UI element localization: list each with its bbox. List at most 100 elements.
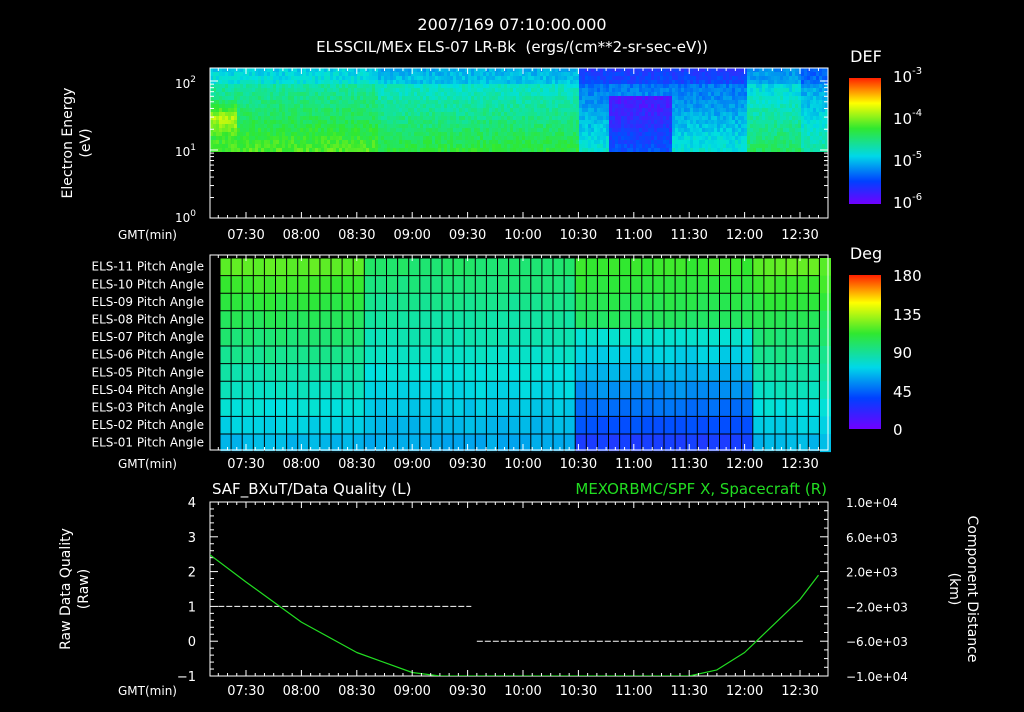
energy-cell: [306, 108, 309, 112]
energy-cell: [792, 72, 795, 76]
energy-cell: [537, 128, 540, 132]
energy-cell: [759, 76, 762, 80]
energy-cell: [366, 108, 369, 112]
energy-cell: [354, 104, 357, 108]
energy-cell: [816, 84, 819, 88]
energy-cell: [264, 100, 267, 104]
energy-cell: [690, 120, 693, 124]
energy-cell: [501, 76, 504, 80]
energy-cell: [321, 100, 324, 104]
energy-cell: [783, 124, 786, 128]
energy-cell: [465, 88, 468, 92]
pitch-cell: [464, 258, 476, 276]
energy-cell: [723, 104, 726, 108]
energy-cell: [633, 84, 636, 88]
energy-cell: [303, 132, 306, 136]
energy-cell: [477, 112, 480, 116]
energy-cell: [489, 76, 492, 80]
energy-cell: [459, 128, 462, 132]
energy-cell: [696, 72, 699, 76]
energy-cell: [453, 112, 456, 116]
energy-ytick-high-exp: 2: [190, 75, 196, 85]
energy-cell: [510, 140, 513, 144]
energy-cell: [474, 108, 477, 112]
energy-cell: [486, 112, 489, 116]
energy-cell: [618, 136, 621, 140]
energy-cell: [381, 68, 384, 72]
energy-cell: [486, 108, 489, 112]
energy-cell: [705, 88, 708, 92]
energy-cell: [681, 92, 684, 96]
energy-cell: [390, 144, 393, 148]
energy-cell: [378, 128, 381, 132]
energy-cell: [744, 144, 747, 148]
energy-cell: [582, 116, 585, 120]
energy-cell: [597, 76, 600, 80]
energy-cell: [681, 88, 684, 92]
energy-cell: [777, 68, 780, 72]
energy-cell: [489, 68, 492, 72]
energy-cell: [672, 132, 675, 136]
energy-cell: [813, 140, 816, 144]
energy-cell: [375, 124, 378, 128]
energy-cell: [795, 132, 798, 136]
energy-cell: [240, 96, 243, 100]
energy-cell: [483, 148, 486, 152]
energy-cell: [801, 96, 804, 100]
energy-cell: [735, 92, 738, 96]
energy-cell: [231, 76, 234, 80]
energy-cell: [642, 120, 645, 124]
energy-cell: [516, 92, 519, 96]
energy-cell: [672, 104, 675, 108]
energy-cell: [231, 136, 234, 140]
energy-cell: [456, 80, 459, 84]
energy-cell: [255, 104, 258, 108]
energy-cell: [702, 96, 705, 100]
energy-cell: [777, 144, 780, 148]
energy-cell: [438, 136, 441, 140]
pitch-cell: [264, 311, 276, 329]
energy-cell: [360, 76, 363, 80]
energy-cell: [813, 84, 816, 88]
energy-cell: [396, 84, 399, 88]
energy-cell: [360, 140, 363, 144]
energy-cell: [384, 100, 387, 104]
energy-cell: [729, 80, 732, 84]
energy-cell: [561, 136, 564, 140]
energy-cell: [723, 108, 726, 112]
energy-cell: [756, 96, 759, 100]
energy-cell: [732, 128, 735, 132]
pitch-cell: [808, 258, 820, 276]
pitch-cell: [720, 364, 732, 382]
energy-cell: [741, 144, 744, 148]
energy-cell: [753, 100, 756, 104]
energy-cell: [501, 104, 504, 108]
energy-cell: [516, 68, 519, 72]
energy-cell: [714, 96, 717, 100]
energy-cell: [441, 72, 444, 76]
energy-cell: [240, 84, 243, 88]
energy-cell: [393, 108, 396, 112]
pitch-cell: [342, 276, 354, 294]
pitch-cell: [331, 258, 343, 276]
energy-cell: [573, 100, 576, 104]
energy-cell: [330, 108, 333, 112]
energy-cell: [519, 80, 522, 84]
energy-cell: [588, 92, 591, 96]
energy-cell: [759, 120, 762, 124]
energy-cell: [330, 88, 333, 92]
energy-cell: [426, 140, 429, 144]
energy-cell: [684, 80, 687, 84]
pitch-cell: [675, 293, 687, 311]
energy-cell: [540, 108, 543, 112]
energy-cell: [585, 80, 588, 84]
energy-cell: [726, 148, 729, 152]
energy-cell: [270, 108, 273, 112]
energy-cell: [555, 132, 558, 136]
energy-cell: [369, 132, 372, 136]
energy-cell: [594, 88, 597, 92]
energy-cell: [786, 96, 789, 100]
energy-cell: [588, 128, 591, 132]
energy-cell: [807, 120, 810, 124]
energy-cell: [456, 108, 459, 112]
